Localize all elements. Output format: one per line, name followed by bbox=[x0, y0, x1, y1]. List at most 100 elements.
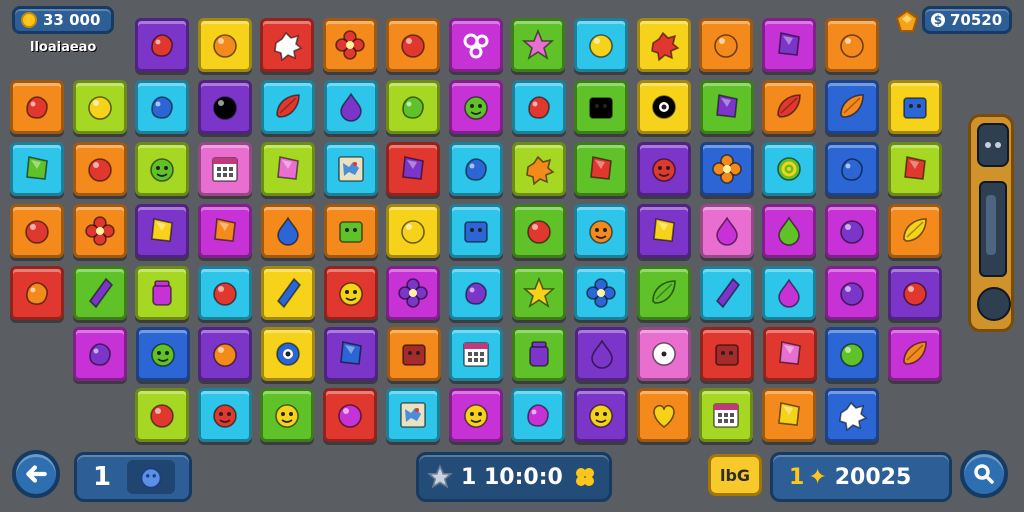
board-tile-red-blob[interactable] bbox=[512, 80, 566, 134]
search-button[interactable] bbox=[960, 450, 1008, 498]
board-tile-pink-star[interactable] bbox=[511, 18, 565, 72]
board-tile-yellow-monster[interactable] bbox=[449, 388, 503, 442]
board-tile-red-flower[interactable] bbox=[73, 204, 127, 258]
board-tile-magenta-blob[interactable] bbox=[511, 388, 565, 442]
board-tile-orange-ball[interactable] bbox=[825, 18, 879, 72]
board-tile-yellow-leaf[interactable] bbox=[888, 204, 942, 258]
level-badge[interactable]: lbG bbox=[708, 454, 762, 496]
board-tile-magenta-jar[interactable] bbox=[135, 266, 189, 320]
board-tile-box[interactable] bbox=[574, 80, 628, 134]
board-tile-purple-gem[interactable] bbox=[762, 18, 816, 72]
board-tile-red-splat[interactable] bbox=[637, 18, 691, 72]
board-tile-blue-crystal[interactable] bbox=[261, 266, 315, 320]
board-tile-yellow-gem[interactable] bbox=[637, 204, 691, 258]
board-tile-purple-blob[interactable] bbox=[449, 266, 503, 320]
board-tile-red-gem[interactable] bbox=[888, 142, 942, 196]
side-round-button[interactable] bbox=[977, 287, 1011, 321]
board-tile-white-doodle[interactable] bbox=[449, 18, 503, 72]
board-tile-orange-splat[interactable] bbox=[512, 142, 566, 196]
board-tile-blue-box[interactable] bbox=[449, 204, 503, 258]
board-tile-red-monster[interactable] bbox=[198, 388, 252, 442]
side-gamepad-button[interactable] bbox=[977, 123, 1009, 167]
board-tile-white-eye[interactable] bbox=[637, 327, 691, 381]
side-slider-handle[interactable] bbox=[986, 195, 996, 255]
board-tile-yellow-ball[interactable] bbox=[386, 204, 440, 258]
board-tile-purple-crystal[interactable] bbox=[700, 266, 754, 320]
board-tile-blue-blob[interactable] bbox=[135, 80, 189, 134]
board-tile-red-blob[interactable] bbox=[135, 18, 189, 72]
board-tile-blue-drop[interactable] bbox=[261, 204, 315, 258]
board-tile-red-ball[interactable] bbox=[386, 18, 440, 72]
board-tile-calendar[interactable] bbox=[699, 388, 753, 442]
board-tile-red-blob[interactable] bbox=[10, 80, 64, 134]
board-tile-calendar[interactable] bbox=[449, 327, 503, 381]
board-tile-dark-eye[interactable] bbox=[637, 80, 691, 134]
board-tile-red-monster[interactable] bbox=[637, 142, 691, 196]
board-tile-orange-flower[interactable] bbox=[700, 142, 754, 196]
board-tile-green-monster[interactable] bbox=[136, 327, 190, 381]
board-tile-red-ball[interactable] bbox=[10, 204, 64, 258]
board-tile-purple-ball[interactable] bbox=[825, 266, 879, 320]
board-tile-red-ball[interactable] bbox=[73, 142, 127, 196]
board-tile-red-leaf[interactable] bbox=[261, 80, 315, 134]
board-tile-yellow-monster[interactable] bbox=[260, 388, 314, 442]
board-tile-red-gem[interactable] bbox=[574, 142, 628, 196]
board-tile-orange-leaf[interactable] bbox=[888, 327, 942, 381]
board-tile-purple-drop[interactable] bbox=[575, 327, 629, 381]
board-tile-red-ball[interactable] bbox=[135, 388, 189, 442]
board-tile-yellow-heart[interactable] bbox=[637, 388, 691, 442]
board-tile-purple-drop[interactable] bbox=[324, 80, 378, 134]
board-tile-yellow-ball[interactable] bbox=[574, 18, 628, 72]
board-tile-purple-flower[interactable] bbox=[386, 266, 440, 320]
board-tile-calendar[interactable] bbox=[198, 142, 252, 196]
board-tile-green-swirl[interactable] bbox=[762, 142, 816, 196]
board-tile-green-gem[interactable] bbox=[10, 142, 64, 196]
board-tile-purple-crystal[interactable] bbox=[73, 266, 127, 320]
board-tile-red-leaf[interactable] bbox=[762, 80, 816, 134]
board-tile-map[interactable] bbox=[386, 388, 440, 442]
board-tile-blue-eye[interactable] bbox=[261, 327, 315, 381]
board-tile-blue-gem[interactable] bbox=[324, 327, 378, 381]
board-tile-orange-leaf[interactable] bbox=[825, 80, 879, 134]
board-tile-map[interactable] bbox=[324, 142, 378, 196]
board-tile-magenta-ball[interactable] bbox=[323, 388, 377, 442]
board-tile-yellow-ball[interactable] bbox=[73, 80, 127, 134]
board-tile-white-splat[interactable] bbox=[825, 388, 879, 442]
board-tile-orange-gem[interactable] bbox=[198, 204, 252, 258]
board-tile-purple-gem[interactable] bbox=[700, 80, 754, 134]
board-tile-green-monster[interactable] bbox=[449, 80, 503, 134]
board-tile-magenta-drop[interactable] bbox=[762, 266, 816, 320]
board-tile-purple-gem[interactable] bbox=[386, 142, 440, 196]
side-slider-track[interactable] bbox=[979, 181, 1007, 277]
board-tile-red-flower[interactable] bbox=[323, 18, 377, 72]
board-tile-yellow-monster[interactable] bbox=[324, 266, 378, 320]
board-tile-green-drop[interactable] bbox=[762, 204, 816, 258]
board-tile-red-ball[interactable] bbox=[888, 266, 942, 320]
board-tile-green-ball[interactable] bbox=[825, 327, 879, 381]
board-tile-magenta-drop[interactable] bbox=[700, 204, 754, 258]
board-tile-purple-ball[interactable] bbox=[825, 204, 879, 258]
board-tile-green-blob[interactable] bbox=[386, 80, 440, 134]
board-tile-blue-blob[interactable] bbox=[449, 142, 503, 196]
board-tile-orange-ball[interactable] bbox=[198, 18, 252, 72]
board-tile-yellow-gem[interactable] bbox=[135, 204, 189, 258]
board-tile-orange-ball[interactable] bbox=[699, 18, 753, 72]
board-tile-purple-jar[interactable] bbox=[512, 327, 566, 381]
board-tile-yellow-monster[interactable] bbox=[574, 388, 628, 442]
board-tile-green-box[interactable] bbox=[324, 204, 378, 258]
board-tile-red-ball[interactable] bbox=[512, 204, 566, 258]
board-tile-blue-blob[interactable] bbox=[825, 142, 879, 196]
board-tile-blue-box[interactable] bbox=[888, 80, 942, 134]
board-tile-pink-gem[interactable] bbox=[261, 142, 315, 196]
board-tile-pink-gem[interactable] bbox=[763, 327, 817, 381]
back-button[interactable] bbox=[12, 450, 60, 498]
board-tile-orange-blob[interactable] bbox=[10, 266, 64, 320]
board-tile-white-splat[interactable] bbox=[260, 18, 314, 72]
board-tile-dark-ball[interactable] bbox=[198, 80, 252, 134]
board-tile-brown-box[interactable] bbox=[387, 327, 441, 381]
board-tile-green-monster[interactable] bbox=[135, 142, 189, 196]
board-tile-orange-monster[interactable] bbox=[574, 204, 628, 258]
board-tile-orange-ball[interactable] bbox=[198, 327, 252, 381]
board-tile-yellow-star[interactable] bbox=[512, 266, 566, 320]
board-tile-yellow-gem[interactable] bbox=[762, 388, 816, 442]
